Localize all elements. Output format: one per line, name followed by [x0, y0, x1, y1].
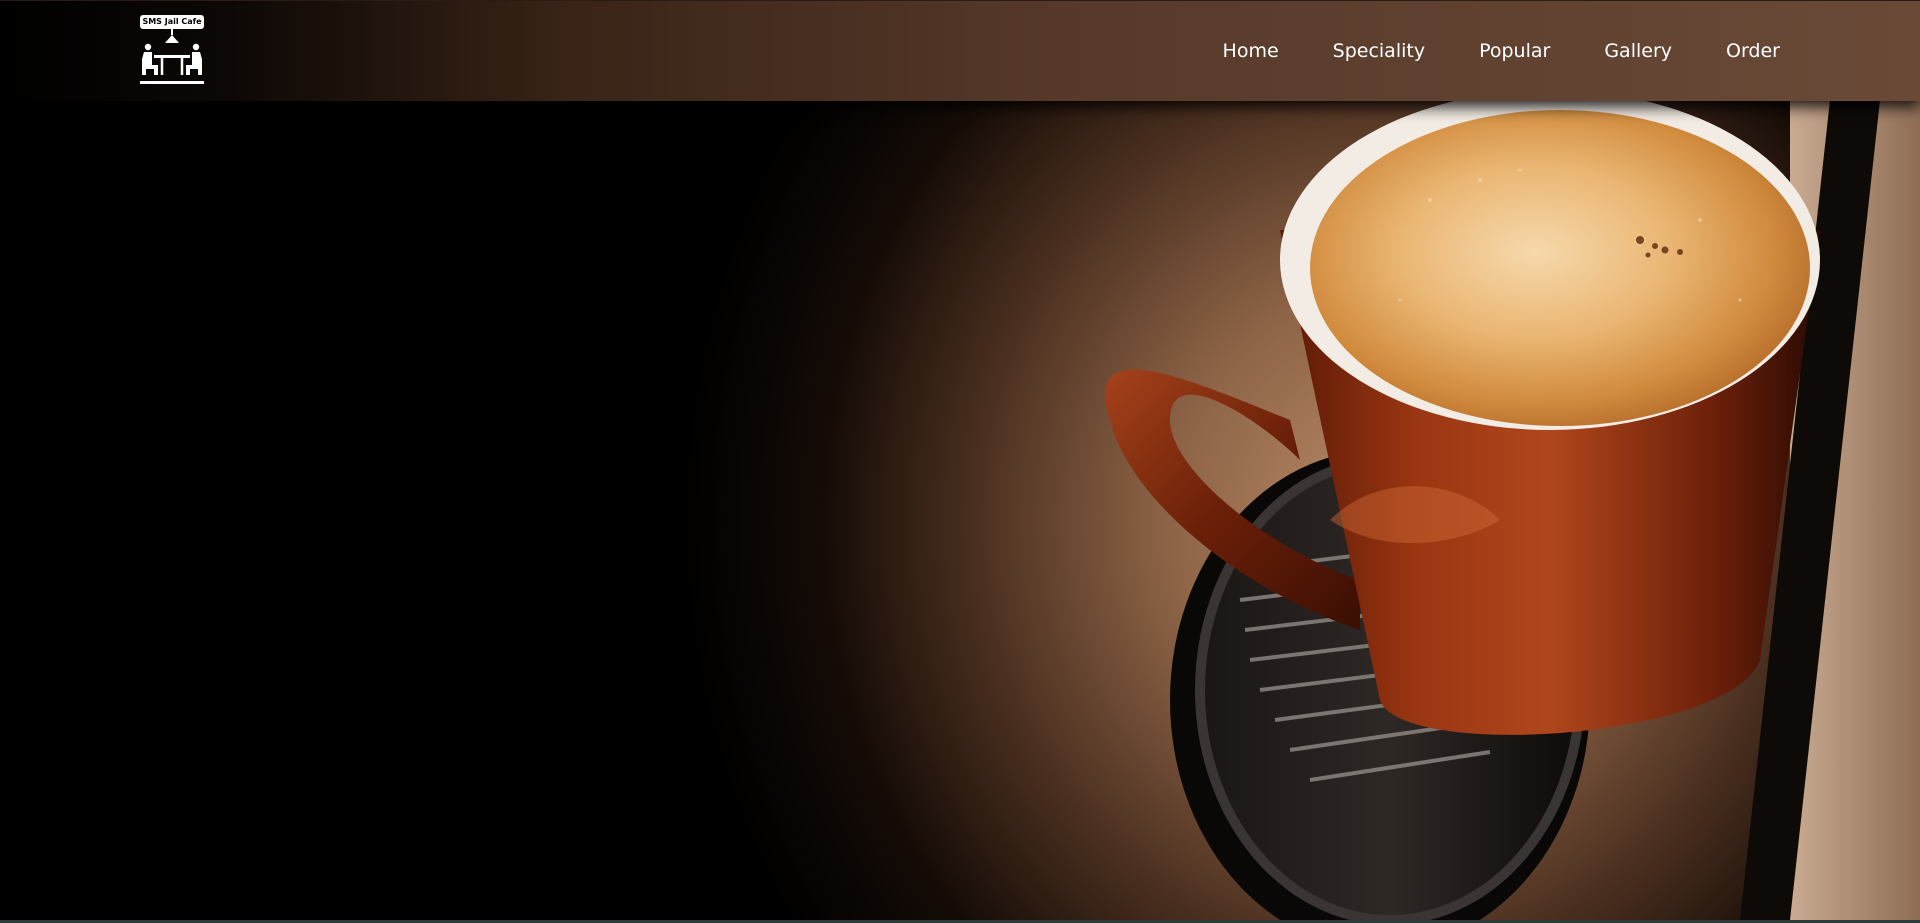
nav-popular[interactable]: Popular — [1479, 40, 1550, 62]
cafe-table-icon — [140, 29, 204, 84]
page: SMS Jail Cafe Home Speciality Popular Ga… — [0, 0, 1920, 923]
navbar: SMS Jail Cafe Home Speciality Popular Ga… — [0, 0, 1920, 101]
main-nav: Home Speciality Popular Gallery Order — [1169, 1, 1780, 101]
nav-gallery[interactable]: Gallery — [1604, 40, 1672, 62]
hero-banner — [0, 100, 1920, 920]
brand-logo[interactable]: SMS Jail Cafe — [140, 15, 204, 87]
brand-logo-text: SMS Jail Cafe — [140, 15, 204, 29]
hero-coffee-image — [0, 100, 1920, 920]
nav-order[interactable]: Order — [1726, 40, 1780, 62]
nav-speciality[interactable]: Speciality — [1333, 40, 1425, 62]
nav-home[interactable]: Home — [1223, 40, 1279, 62]
